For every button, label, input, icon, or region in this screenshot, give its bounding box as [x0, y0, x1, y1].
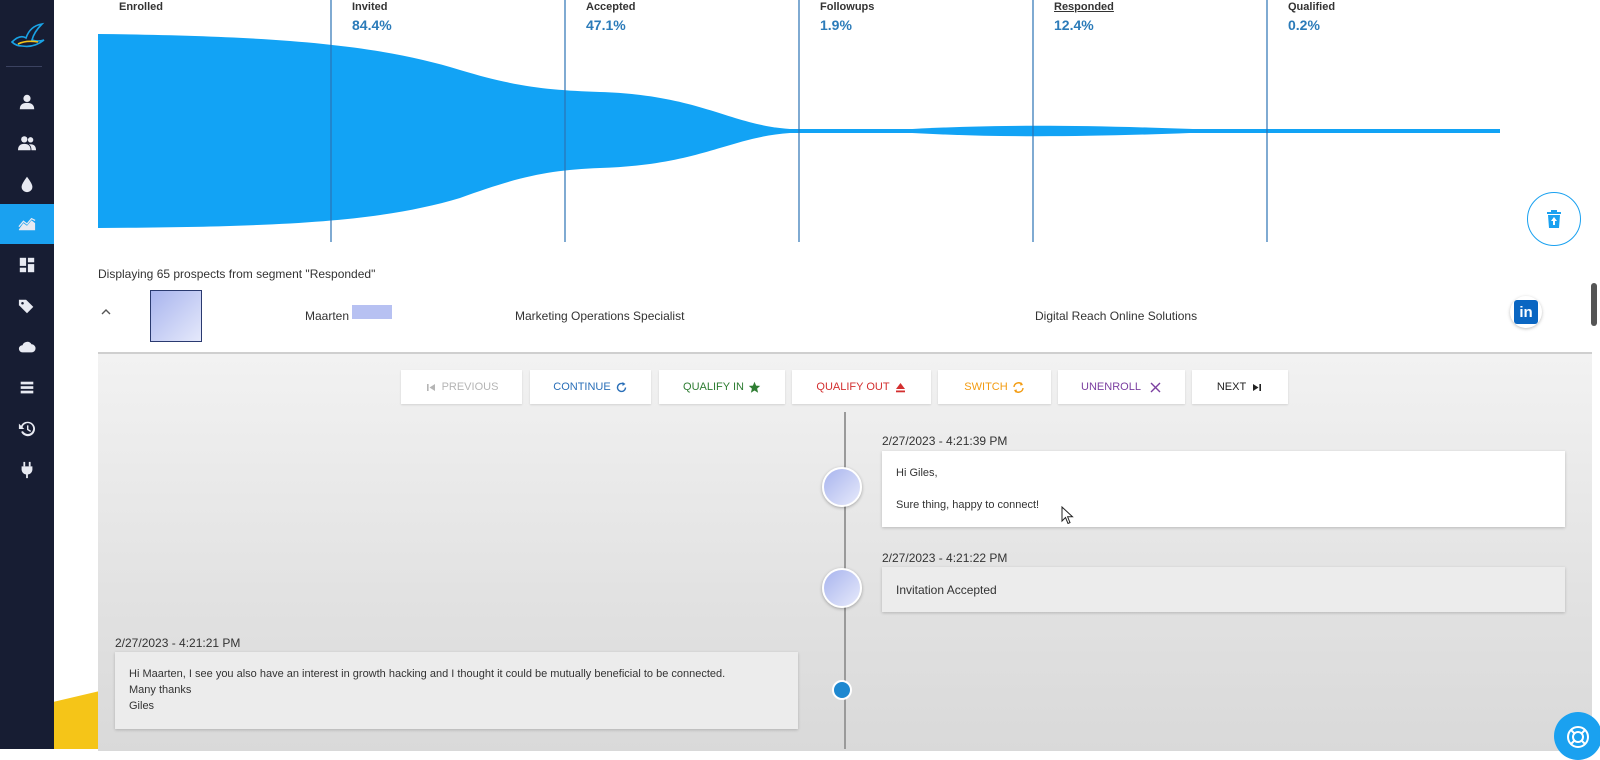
cloud-icon	[18, 341, 36, 353]
previous-label: PREVIOUS	[441, 381, 499, 393]
sidebar-item-integrations[interactable]	[0, 450, 54, 490]
stage-pct: 1.9%	[820, 17, 852, 33]
stage-name: Enrolled	[119, 1, 164, 13]
chevron-up-icon[interactable]	[98, 304, 114, 320]
qualify-in-button[interactable]: QUALIFY IN	[659, 370, 785, 404]
sidebar-item-cloud[interactable]	[0, 327, 54, 367]
unenroll-label: UNENROLL	[1081, 381, 1141, 393]
sender-dot	[832, 680, 852, 700]
trash-icon	[1547, 210, 1561, 228]
skip-next-icon	[1253, 383, 1262, 391]
switch-label: SWITCH	[964, 381, 1008, 393]
prospect-row[interactable]: Maarten Marketing Operations Specialist …	[80, 286, 1590, 352]
close-icon	[1150, 382, 1161, 392]
message-line: Giles	[129, 700, 155, 712]
tag-icon	[18, 299, 34, 314]
chart-area-icon	[18, 217, 36, 231]
stage-name: Followups	[820, 1, 875, 13]
skip-previous-icon	[426, 383, 435, 391]
history-icon	[18, 421, 36, 437]
sidebar-item-history[interactable]	[0, 409, 54, 449]
sidebar	[0, 0, 54, 749]
sidebar-item-drop[interactable]	[0, 164, 54, 204]
help-button[interactable]	[1554, 712, 1600, 760]
stage-pct: 47.1%	[586, 17, 626, 33]
qualify-out-label: QUALIFY OUT	[816, 381, 890, 393]
mouse-cursor	[1061, 506, 1074, 525]
linkedin-icon: in	[1514, 300, 1538, 324]
stage-invited[interactable]: Invited 84.4%	[352, 0, 392, 36]
funnel-chart	[98, 0, 1500, 242]
qualify-out-button[interactable]: QUALIFY OUT	[792, 370, 931, 404]
message-line: Hi Maarten, I see you also have an inter…	[129, 668, 726, 680]
message-line: Hi Giles,	[896, 467, 938, 479]
message-timestamp: 2/27/2023 - 4:21:21 PM	[115, 636, 241, 650]
star-icon	[748, 381, 761, 393]
linkedin-button[interactable]: in	[1510, 296, 1542, 328]
stage-name: Invited	[352, 1, 388, 13]
message-bubble: Invitation Accepted	[882, 567, 1565, 612]
drop-icon	[21, 176, 33, 193]
corner-accent	[54, 690, 104, 749]
stage-followups[interactable]: Followups 1.9%	[820, 0, 874, 36]
message-line: Invitation Accepted	[896, 583, 997, 597]
logo-icon[interactable]	[8, 20, 46, 50]
stage-name: Qualified	[1288, 1, 1336, 13]
stage-enrolled[interactable]: Enrolled	[119, 0, 163, 14]
stage-responded[interactable]: Responded 12.4%	[1054, 0, 1114, 36]
continue-button[interactable]: CONTINUE	[530, 370, 651, 404]
sidebar-item-analytics[interactable]	[0, 204, 54, 244]
people-icon	[18, 136, 36, 151]
eject-icon	[895, 382, 905, 392]
prospect-avatar	[822, 568, 862, 608]
sidebar-item-tags[interactable]	[0, 286, 54, 326]
next-label: NEXT	[1216, 381, 1247, 393]
prospect-title: Marketing Operations Specialist	[515, 309, 685, 323]
sidebar-item-people[interactable]	[0, 123, 54, 163]
qualify-in-label: QUALIFY IN	[683, 381, 744, 393]
segment-summary: Displaying 65 prospects from segment "Re…	[98, 267, 376, 281]
scrollbar[interactable]	[1591, 283, 1597, 326]
lifebuoy-icon	[1567, 726, 1589, 748]
message-bubble: Hi Giles, Sure thing, happy to connect!	[882, 451, 1565, 527]
refresh-icon	[616, 381, 626, 392]
avatar	[150, 290, 202, 342]
message-line: Sure thing, happy to connect!	[896, 499, 1040, 511]
stage-accepted[interactable]: Accepted 47.1%	[586, 0, 636, 36]
sync-icon	[1012, 381, 1024, 393]
switch-button[interactable]: SWITCH	[938, 370, 1051, 404]
stage-pct: 0.2%	[1288, 17, 1320, 33]
stage-name: Accepted	[586, 1, 636, 13]
plug-icon	[21, 461, 33, 479]
message-bubble: Hi Maarten, I see you also have an inter…	[115, 652, 798, 729]
continue-label: CONTINUE	[553, 381, 611, 393]
dashboard-icon	[19, 257, 35, 273]
stage-pct: 84.4%	[352, 17, 392, 33]
stage-pct: 12.4%	[1054, 17, 1094, 33]
unenroll-button[interactable]: UNENROLL	[1058, 370, 1185, 404]
delete-segment-button[interactable]	[1527, 192, 1581, 246]
sidebar-item-prospect[interactable]	[0, 82, 54, 122]
list-icon	[20, 381, 34, 394]
stage-qualified[interactable]: Qualified 0.2%	[1288, 0, 1335, 36]
redacted-last-name	[352, 305, 392, 319]
sidebar-item-dashboard[interactable]	[0, 245, 54, 285]
next-button[interactable]: NEXT	[1192, 370, 1288, 404]
stage-name: Responded	[1054, 1, 1114, 13]
prospect-company: Digital Reach Online Solutions	[1035, 309, 1198, 323]
message-timestamp: 2/27/2023 - 4:21:22 PM	[882, 551, 1008, 565]
prospect-name: Maarten	[305, 309, 350, 323]
message-timestamp: 2/27/2023 - 4:21:39 PM	[882, 434, 1008, 448]
sidebar-item-list[interactable]	[0, 368, 54, 408]
prospect-avatar	[822, 467, 862, 507]
person-icon	[19, 94, 35, 110]
previous-button[interactable]: PREVIOUS	[401, 370, 522, 404]
funnel-responded-bulge	[880, 125, 1240, 137]
sidebar-divider	[6, 66, 42, 67]
message-line: Many thanks	[129, 684, 192, 696]
